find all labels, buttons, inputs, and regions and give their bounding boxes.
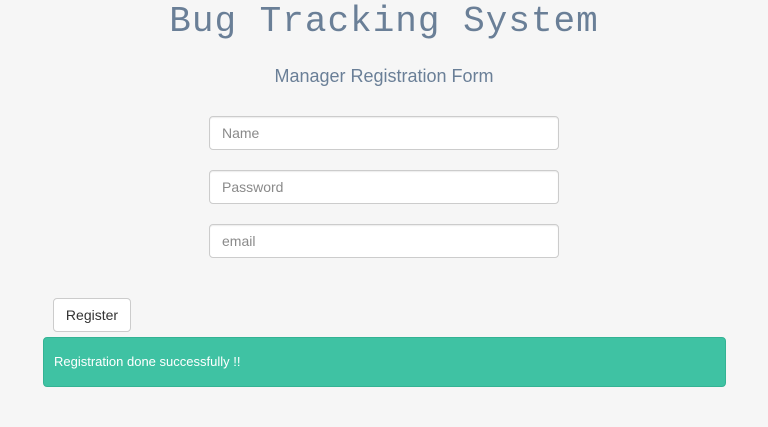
email-input[interactable] (209, 224, 559, 258)
success-alert-message: Registration done successfully !! (54, 354, 241, 369)
app-title: Bug Tracking System (169, 1, 599, 42)
success-alert: Registration done successfully !! (43, 337, 726, 387)
password-input[interactable] (209, 170, 559, 204)
name-input[interactable] (209, 116, 559, 150)
form-title: Manager Registration Form (274, 66, 494, 86)
register-button[interactable]: Register (53, 298, 131, 332)
